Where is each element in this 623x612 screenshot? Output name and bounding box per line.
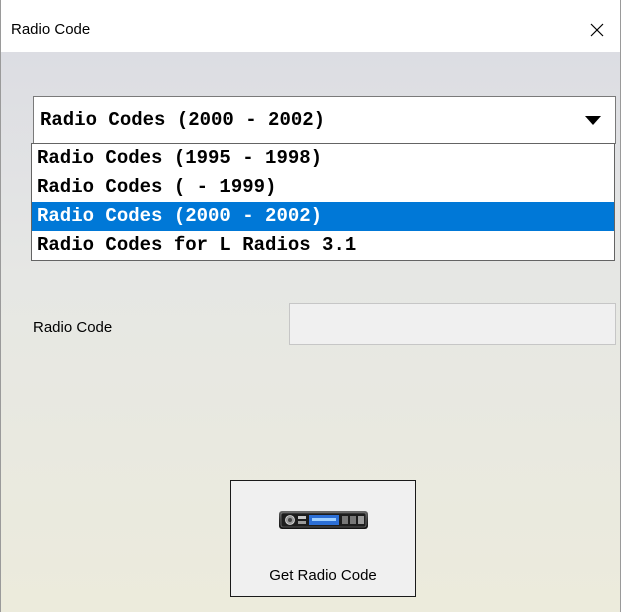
get-radio-code-label: Get Radio Code [269, 567, 377, 584]
dialog-body: Radio Codes (2000 - 2002) Radio Codes (1… [1, 52, 620, 612]
dropdown-option[interactable]: Radio Codes for L Radios 3.1 [32, 231, 614, 260]
title-bar: Radio Code [1, 0, 620, 52]
close-icon [590, 23, 604, 37]
dropdown-button[interactable] [577, 107, 609, 135]
dropdown-option-selected[interactable]: Radio Codes (2000 - 2002) [32, 202, 614, 231]
get-radio-code-button[interactable]: Get Radio Code [230, 480, 416, 597]
dropdown-option[interactable]: Radio Codes (1995 - 1998) [32, 144, 614, 173]
radio-codes-dropdown-list: Radio Codes (1995 - 1998) Radio Codes ( … [31, 143, 615, 261]
close-button[interactable] [574, 8, 620, 52]
car-radio-icon [279, 511, 368, 529]
chevron-down-icon [585, 116, 601, 125]
radio-code-field[interactable] [289, 303, 616, 345]
radio-code-window: Radio Code Radio Codes (2000 - 2002) Rad… [0, 0, 621, 612]
window-title: Radio Code [11, 21, 91, 38]
dropdown-option[interactable]: Radio Codes ( - 1999) [32, 173, 614, 202]
radio-code-label: Radio Code [33, 319, 113, 336]
radio-codes-combobox[interactable]: Radio Codes (2000 - 2002) [33, 96, 616, 144]
combobox-selected-value: Radio Codes (2000 - 2002) [40, 109, 326, 131]
